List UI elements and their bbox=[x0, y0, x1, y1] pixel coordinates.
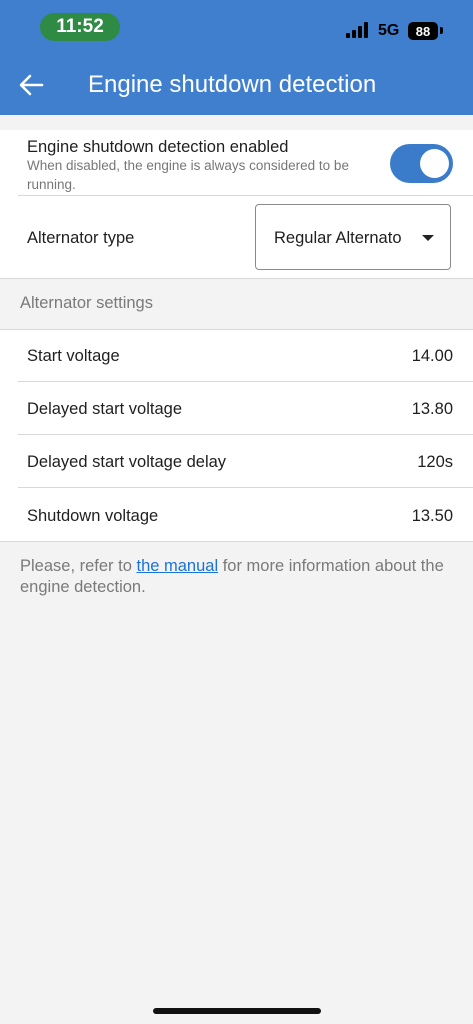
network-type: 5G bbox=[378, 22, 400, 39]
alternator-type-label: Alternator type bbox=[27, 229, 135, 247]
delayed-start-voltage-value[interactable]: 13.80 bbox=[412, 399, 453, 419]
divider bbox=[18, 487, 473, 488]
cellular-signal-icon bbox=[346, 22, 368, 38]
status-time: 11:52 bbox=[40, 13, 120, 41]
detection-toggle-description: When disabled, the engine is always cons… bbox=[27, 158, 349, 192]
delayed-start-voltage-label[interactable]: Delayed start voltage bbox=[27, 399, 182, 419]
divider bbox=[18, 195, 473, 196]
alternator-type-select[interactable]: Regular Alternato bbox=[255, 204, 451, 270]
shutdown-voltage-value[interactable]: 13.50 bbox=[412, 506, 453, 526]
alternator-settings-header: Alternator settings bbox=[20, 294, 153, 312]
page-title: Engine shutdown detection bbox=[88, 71, 377, 98]
battery-level: 88 bbox=[415, 23, 431, 39]
back-arrow-icon[interactable] bbox=[18, 72, 44, 98]
app-header: 11:52 5G 88 Engine shutdown detection bbox=[0, 0, 473, 115]
divider bbox=[18, 381, 473, 382]
divider bbox=[0, 541, 473, 542]
home-indicator[interactable] bbox=[153, 1008, 321, 1014]
battery-cap bbox=[440, 27, 443, 34]
manual-link[interactable]: the manual bbox=[136, 557, 218, 575]
delayed-start-voltage-delay-value[interactable]: 120s bbox=[417, 452, 453, 472]
detection-toggle-title: Engine shutdown detection enabled bbox=[27, 138, 289, 156]
battery-icon: 88 bbox=[408, 22, 438, 40]
dropdown-caret-icon bbox=[422, 235, 434, 241]
toggle-knob bbox=[420, 149, 449, 178]
start-voltage-label[interactable]: Start voltage bbox=[27, 346, 120, 366]
divider bbox=[18, 434, 473, 435]
alternator-type-value: Regular Alternato bbox=[274, 229, 402, 247]
delayed-start-voltage-delay-label[interactable]: Delayed start voltage delay bbox=[27, 452, 226, 472]
manual-note: Please, refer to the manual for more inf… bbox=[20, 556, 450, 598]
detection-toggle[interactable] bbox=[390, 144, 453, 183]
manual-note-prefix: Please, refer to bbox=[20, 557, 137, 575]
top-gap bbox=[0, 115, 473, 130]
divider bbox=[0, 278, 473, 279]
shutdown-voltage-label[interactable]: Shutdown voltage bbox=[27, 506, 158, 526]
start-voltage-value[interactable]: 14.00 bbox=[412, 346, 453, 366]
